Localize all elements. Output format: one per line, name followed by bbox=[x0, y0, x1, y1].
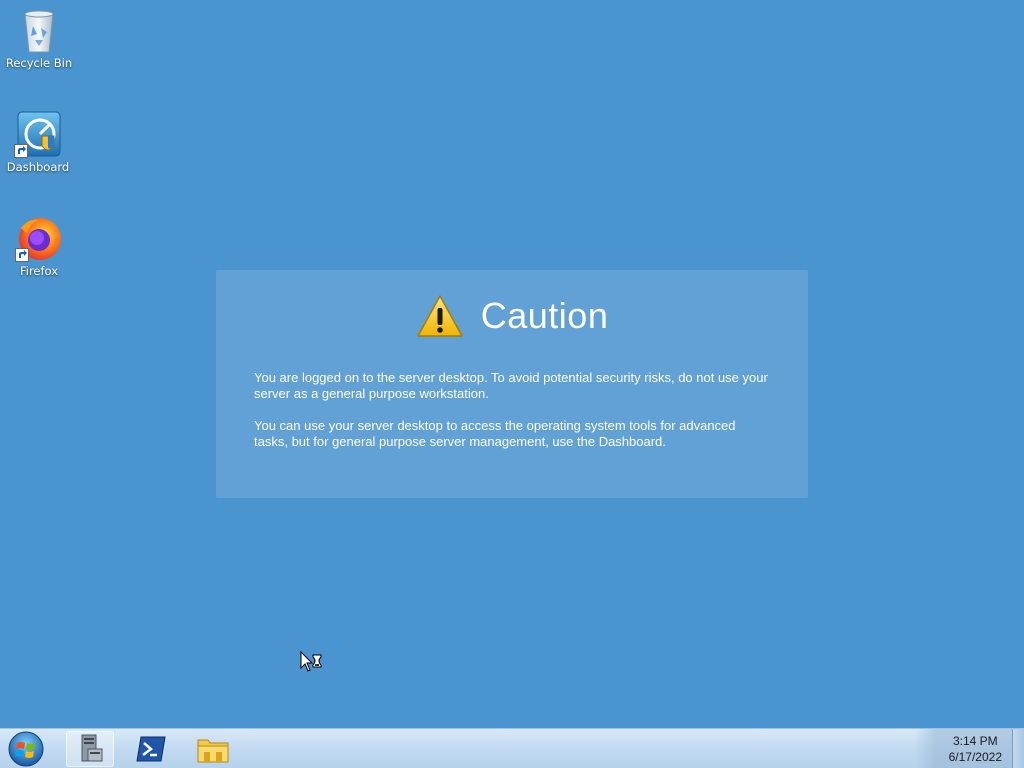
powershell-icon bbox=[136, 736, 166, 762]
taskbar-server-manager-button[interactable] bbox=[66, 731, 114, 767]
shortcut-arrow-icon bbox=[14, 144, 28, 158]
desktop-icon-dashboard[interactable]: Dashboard bbox=[0, 110, 76, 174]
file-explorer-icon bbox=[197, 739, 229, 763]
windows-start-icon bbox=[8, 731, 44, 767]
caution-header: Caution bbox=[216, 294, 808, 342]
caution-paragraph: You can use your server desktop to acces… bbox=[254, 418, 736, 449]
caution-panel: Caution You are logged on to the server … bbox=[216, 270, 808, 498]
desktop-icon-recycle-bin[interactable]: Recycle Bin bbox=[1, 6, 77, 70]
desktop-icon-label: Firefox bbox=[19, 264, 59, 278]
shortcut-arrow-icon bbox=[15, 248, 29, 262]
caution-title: Caution bbox=[480, 295, 609, 336]
clock-time: 3:14 PM bbox=[952, 734, 998, 748]
taskbar-file-explorer-button[interactable] bbox=[189, 731, 237, 767]
clock-date: 6/17/2022 bbox=[948, 750, 1002, 764]
desktop-icon-firefox[interactable]: Firefox bbox=[1, 214, 77, 278]
desktop[interactable]: Recycle Bin Dashboard Firefox Caution Yo… bbox=[0, 0, 1024, 728]
caution-message: You are logged on to the server desktop.… bbox=[254, 370, 770, 466]
warning-icon bbox=[416, 294, 464, 338]
taskbar-clock[interactable]: 3:14 PM 6/17/2022 bbox=[949, 733, 1002, 765]
system-tray: 3:14 PM 6/17/2022 bbox=[914, 729, 1024, 768]
desktop-icon-label: Recycle Bin bbox=[5, 56, 73, 70]
dashboard-icon bbox=[14, 110, 62, 158]
firefox-icon bbox=[15, 214, 63, 262]
desktop-icon-label: Dashboard bbox=[6, 160, 70, 174]
taskbar-powershell-button[interactable] bbox=[127, 731, 175, 767]
show-desktop-button[interactable] bbox=[1012, 729, 1024, 768]
caution-paragraph: You are logged on to the server desktop.… bbox=[254, 370, 768, 401]
start-button[interactable] bbox=[6, 730, 46, 768]
taskbar: 3:14 PM 6/17/2022 bbox=[0, 728, 1024, 768]
busy-cursor-icon bbox=[300, 650, 324, 675]
server-manager-icon bbox=[81, 734, 103, 762]
recycle-bin-icon bbox=[15, 6, 63, 54]
